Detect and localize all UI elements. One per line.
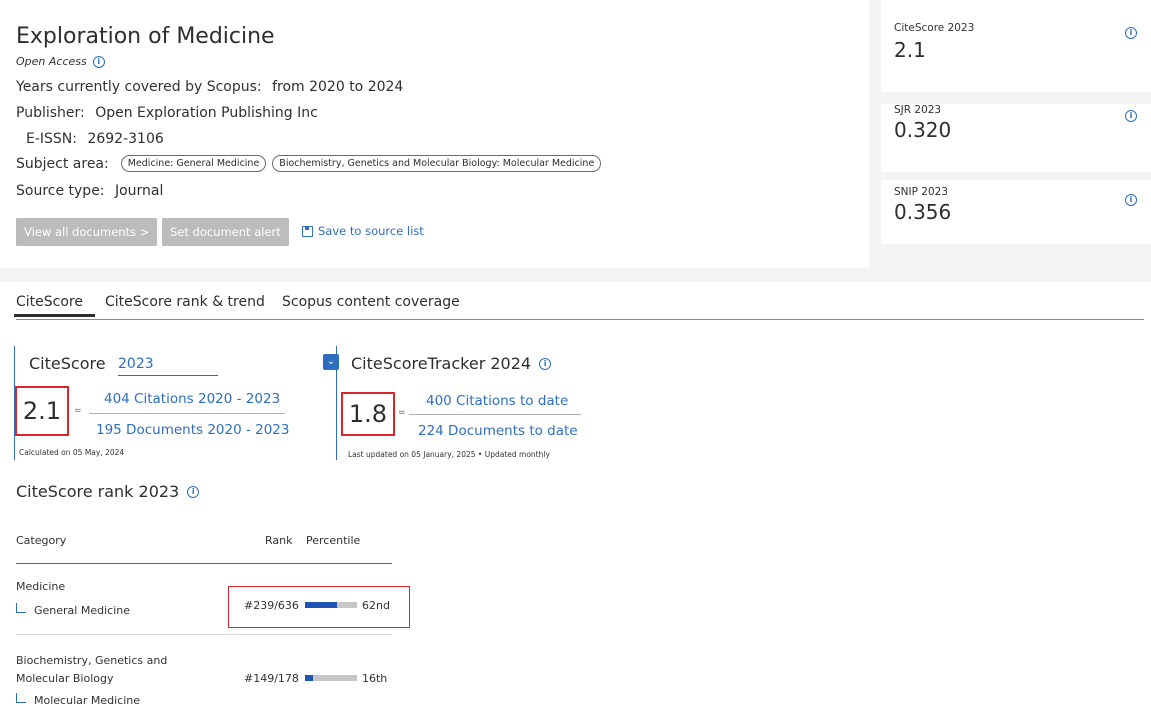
tracker-value-box: 1.8 — [341, 392, 395, 436]
publisher-row: Publisher: Open Exploration Publishing I… — [16, 105, 318, 121]
citescore-rank-title: CiteScore rank 2023 — [16, 482, 180, 501]
tab-scopus-content-coverage[interactable]: Scopus content coverage — [282, 294, 460, 310]
tree-elbow-icon — [16, 603, 26, 613]
citescore-panel: CiteScore 2023 ⌄ 2.1 = 404 Citations 202… — [14, 346, 339, 460]
snip-metric-value: 0.356 — [894, 200, 952, 224]
citescore-info-icon[interactable]: i — [1125, 27, 1137, 39]
snip-info-icon[interactable]: i — [1125, 194, 1137, 206]
metrics-tab-bar: CiteScore CiteScore rank & trend Scopus … — [14, 294, 1144, 320]
percentile-bar-fill — [305, 675, 314, 681]
citescore-citations-link[interactable]: 404 Citations 2020 - 2023 — [104, 391, 280, 407]
rank-table-header: Category Rank Percentile — [16, 530, 392, 564]
publisher-value: Open Exploration Publishing Inc — [95, 105, 318, 121]
tracker-value: 1.8 — [348, 400, 388, 428]
source-type-value: Journal — [114, 183, 164, 199]
tab-citescore-rank-trend[interactable]: CiteScore rank & trend — [105, 294, 265, 310]
info-icon[interactable]: i — [92, 55, 105, 68]
subject-pill-general-medicine[interactable]: Medicine: General Medicine — [120, 155, 267, 172]
years-covered-value: from 2020 to 2024 — [272, 79, 404, 95]
fraction-divider — [409, 414, 581, 415]
view-all-documents-button[interactable]: View all documents > — [16, 218, 158, 246]
equals-sign: = — [398, 408, 406, 418]
subject-area-label: Subject area: — [16, 155, 109, 172]
citescore-metric-card: CiteScore 2023 2.1 i — [881, 0, 1151, 92]
row-category-sub: General Medicine — [16, 603, 130, 617]
tracker-updated-note: Last updated on 05 January, 2025 • Updat… — [348, 450, 550, 459]
years-covered-label: Years currently covered by Scopus: — [16, 79, 262, 95]
citescore-metric-value: 2.1 — [894, 38, 926, 62]
subject-area-row: Subject area: Medicine: General Medicine… — [16, 155, 602, 172]
row-subcategory: Molecular Medicine — [34, 694, 141, 706]
row-rank: #149/178 — [244, 672, 299, 685]
save-to-source-list-label: Save to source list — [318, 224, 424, 238]
open-access-label: Open Access — [16, 55, 87, 68]
row-percentile: 16th — [362, 672, 388, 685]
eissn-row: E-ISSN: 2692-3106 — [26, 131, 164, 147]
publisher-label: Publisher: — [16, 105, 85, 121]
source-type-row: Source type: Journal — [16, 183, 163, 199]
sjr-metric-value: 0.320 — [894, 118, 952, 142]
journal-info-card: Exploration of Medicine Open Access i Ye… — [0, 0, 869, 268]
citescore-panel-title: CiteScore — [29, 354, 106, 373]
citescore-year-value: 2023 — [118, 356, 154, 372]
header-rank: Rank — [265, 534, 293, 547]
tree-elbow-icon — [16, 693, 26, 703]
tracker-title-row: CiteScoreTracker 2024 i — [351, 354, 552, 373]
row-category-sub: Molecular Medicine — [16, 693, 140, 706]
header-category: Category — [16, 534, 67, 547]
equals-sign: = — [74, 406, 82, 416]
tracker-documents-link[interactable]: 224 Documents to date — [418, 423, 578, 439]
citescore-value: 2.1 — [22, 397, 62, 425]
save-icon — [302, 225, 313, 237]
eissn-value: 2692-3106 — [87, 131, 164, 147]
citescore-year-select[interactable]: 2023 ⌄ — [118, 354, 339, 376]
row-category-main: Biochemistry, Genetics and — [16, 654, 168, 667]
citescore-value-box: 2.1 — [15, 386, 69, 436]
save-to-source-list-link[interactable]: Save to source list — [302, 224, 424, 238]
subject-pill-molecular-medicine[interactable]: Biochemistry, Genetics and Molecular Bio… — [272, 155, 602, 172]
row-separator — [16, 634, 392, 635]
tracker-info-icon[interactable]: i — [539, 357, 552, 370]
open-access-line: Open Access i — [16, 55, 105, 68]
citescore-metric-label: CiteScore 2023 — [894, 22, 975, 34]
rank-info-icon[interactable]: i — [187, 485, 200, 498]
fraction-divider — [89, 413, 285, 414]
citescore-calculated-note: Calculated on 05 May, 2024 — [19, 448, 125, 457]
sjr-info-icon[interactable]: i — [1125, 110, 1137, 122]
tab-citescore[interactable]: CiteScore — [14, 294, 95, 317]
row-subcategory: General Medicine — [34, 604, 130, 617]
journal-title: Exploration of Medicine — [16, 24, 275, 49]
tracker-citations-link[interactable]: 400 Citations to date — [426, 393, 568, 409]
highlight-box — [228, 586, 410, 628]
percentile-bar — [305, 675, 357, 681]
set-document-alert-button[interactable]: Set document alert — [162, 218, 289, 246]
row-category-main: Medicine — [16, 580, 66, 593]
row-category-main-cont: Molecular Biology — [16, 672, 114, 685]
snip-metric-card: SNIP 2023 0.356 i — [881, 180, 1151, 244]
header-percentile: Percentile — [306, 534, 361, 547]
years-covered-row: Years currently covered by Scopus: from … — [16, 79, 403, 95]
source-type-label: Source type: — [16, 183, 105, 199]
citescore-rank-title-row: CiteScore rank 2023 i — [16, 482, 200, 501]
citescore-tracker-panel: CiteScoreTracker 2024 i 1.8 = 400 Citati… — [336, 346, 636, 460]
tracker-title: CiteScoreTracker 2024 — [351, 354, 532, 373]
sjr-metric-card: SJR 2023 0.320 i — [881, 104, 1151, 172]
snip-metric-label: SNIP 2023 — [894, 186, 949, 198]
sjr-metric-label: SJR 2023 — [894, 104, 942, 116]
citescore-documents-link[interactable]: 195 Documents 2020 - 2023 — [96, 422, 290, 438]
eissn-label: E-ISSN: — [26, 131, 77, 147]
